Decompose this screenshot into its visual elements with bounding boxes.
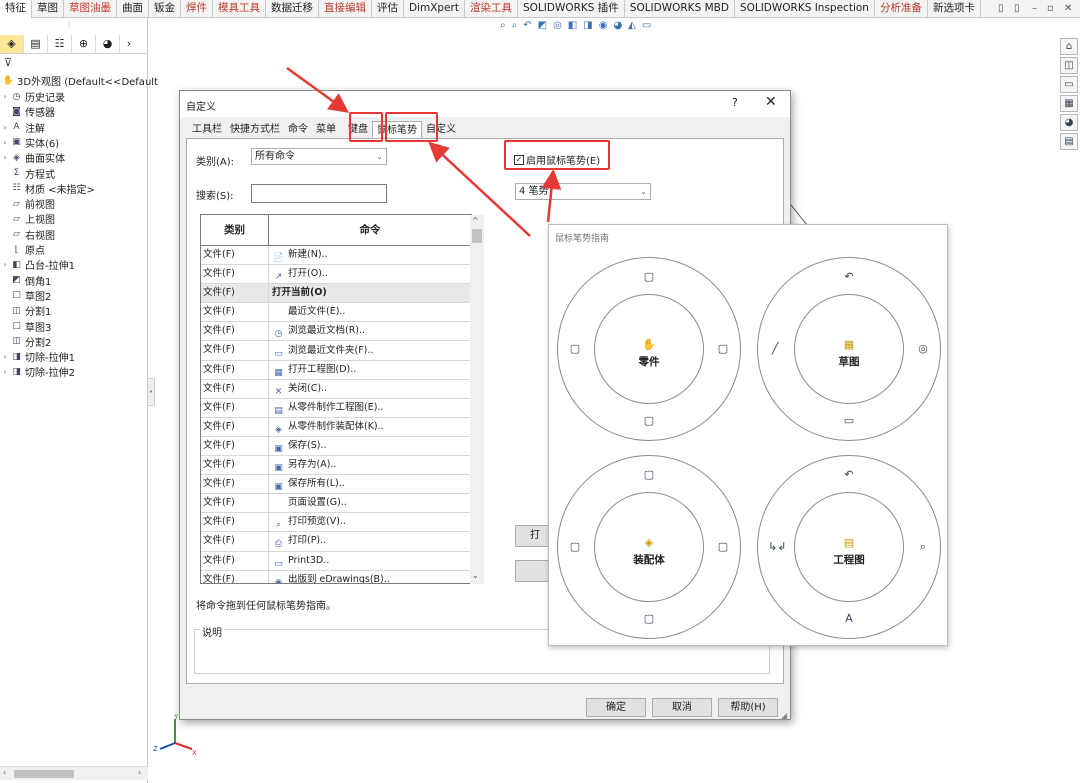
annotation-arrows [286, 66, 562, 237]
